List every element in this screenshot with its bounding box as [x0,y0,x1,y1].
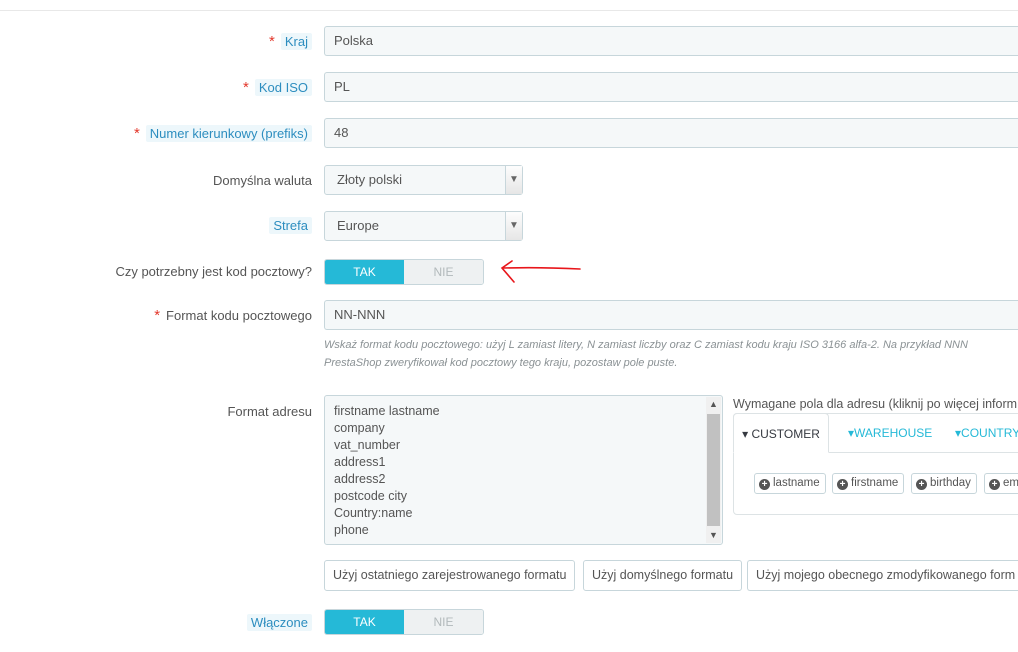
address-format-line: phone [334,523,369,537]
address-format-line: postcode city [334,489,407,503]
annotation-arrow-icon [500,260,581,283]
iso-label: * Kod ISO [243,77,312,99]
required-star: * [243,79,249,96]
switch-no[interactable]: NIE [404,610,483,634]
chevron-down-icon: ▼ [505,212,522,240]
address-format-line: address2 [334,472,386,486]
switch-yes[interactable]: TAK [325,610,404,634]
header-divider [0,10,1018,11]
tab-customer[interactable]: ▾ CUSTOMER [733,413,829,453]
plus-circle-icon: + [837,479,848,490]
use-default-format-button[interactable]: Użyj domyślnego formatu [583,560,743,591]
country-input[interactable]: Polska [324,26,1018,56]
use-my-format-button[interactable]: Użyj mojego obecnego zmodyfikowanego for… [747,560,1018,591]
zip-needed-switch[interactable]: TAK NIE [324,259,484,285]
scrollbar-thumb[interactable] [707,414,720,526]
iso-input[interactable]: PL [324,72,1018,102]
zip-format-label: * Format kodu pocztowego [154,307,312,324]
zone-label: Strefa [269,215,312,237]
zone-select[interactable]: Europe ▼ [324,211,523,241]
currency-select[interactable]: Złoty polski ▼ [324,165,523,195]
required-star: * [133,125,140,142]
chevron-down-icon: ▼ [505,166,522,194]
zip-needed-label: Czy potrzebny jest kod pocztowy? [115,264,312,279]
address-format-line: address1 [334,455,386,469]
zip-format-input[interactable]: NN-NNN [324,300,1018,330]
address-format-line: company [334,421,385,435]
field-chip-email[interactable]: + em [984,473,1018,494]
address-format-line: Country:name [334,506,413,520]
address-format-lines: firstname lastname company vat_numberaddre… [334,403,440,539]
plus-circle-icon: + [916,479,927,490]
switch-no[interactable]: NIE [404,260,483,284]
chevron-up-icon[interactable]: ▲ [706,397,721,412]
required-fields-title: Wymagane pola dla adresu (kliknij po wię… [733,397,1018,411]
country-label: * Kraj [269,31,312,53]
address-format-line: firstname lastname [334,404,440,418]
enabled-label: Włączone [246,612,312,634]
address-format-label: Format adresu [227,404,312,419]
required-star: * [269,33,275,50]
switch-yes[interactable]: TAK [325,260,404,284]
plus-circle-icon: + [759,479,770,490]
scrollbar[interactable]: ▲ ▼ [706,397,721,543]
tab-country[interactable]: ▾COUNTRY [955,413,1018,453]
required-star: * [154,307,161,324]
address-format-line: vat_number [334,438,401,452]
field-chip-firstname[interactable]: + firstname [832,473,905,494]
field-chip-lastname[interactable]: + lastname [754,473,826,494]
currency-label: Domyślna waluta [213,173,312,188]
caret-down-icon: ▾ [742,427,749,441]
chevron-down-icon[interactable]: ▼ [706,528,721,543]
plus-circle-icon: + [989,479,1000,490]
zip-format-help: Wskaż format kodu pocztowego: użyj L zam… [324,339,968,369]
use-last-format-button[interactable]: Użyj ostatniego zarejestrowanego formatu [324,560,576,591]
address-format-textarea[interactable]: firstname lastname company vat_numberaddre… [324,395,723,545]
prefix-input[interactable]: 48 [324,118,1018,148]
tab-warehouse[interactable]: ▾WAREHOUSE [848,413,932,453]
field-chip-birthday[interactable]: + birthday [911,473,977,494]
enabled-switch[interactable]: TAK NIE [324,609,484,635]
prefix-label: * Numer kierunkowy (prefiks) [134,123,312,145]
